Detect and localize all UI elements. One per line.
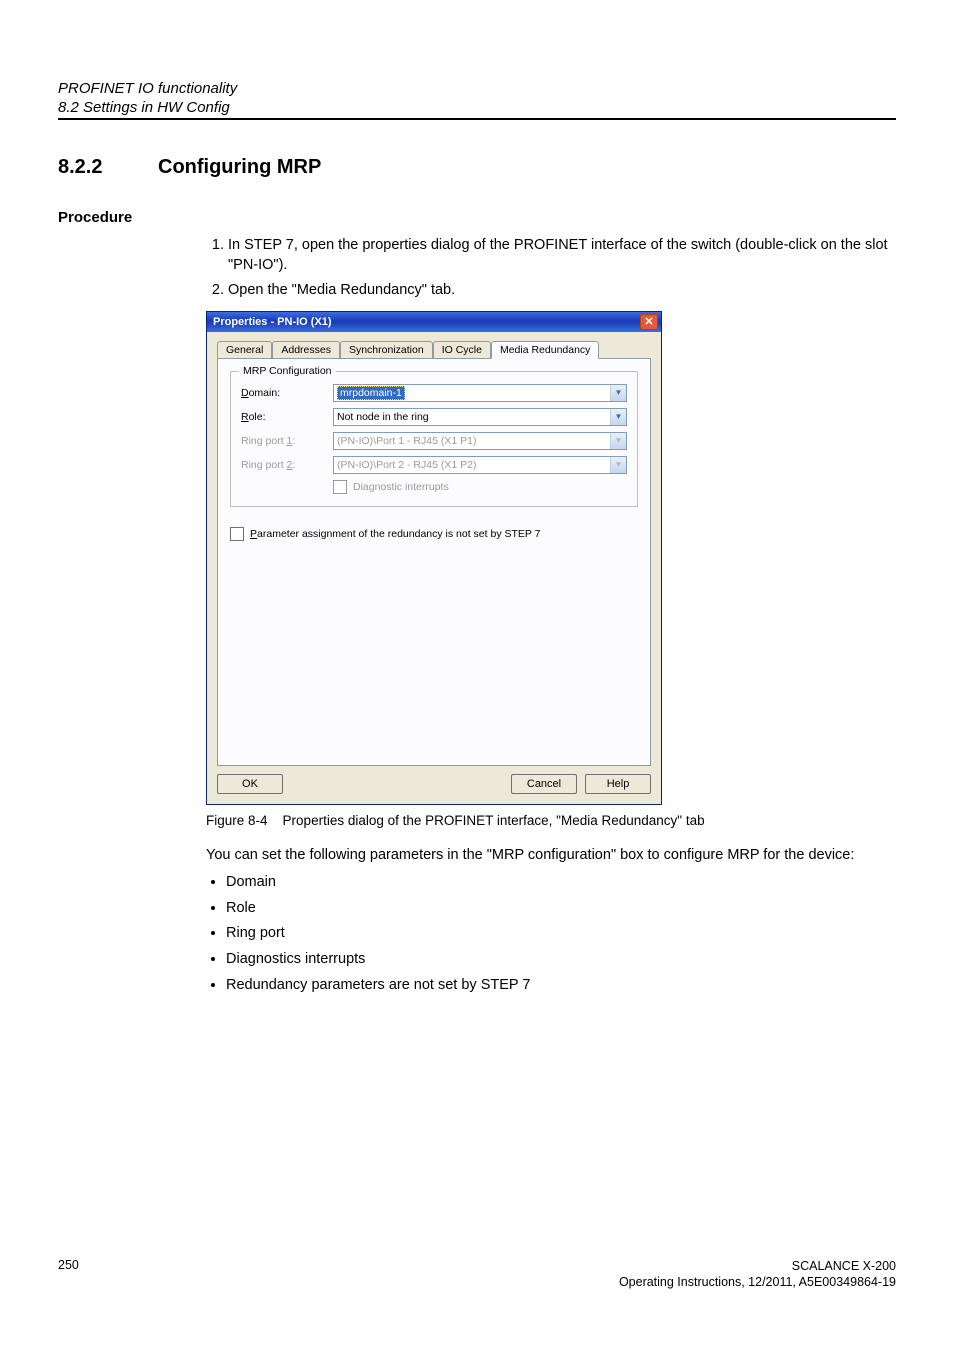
tab-general[interactable]: General (217, 341, 272, 359)
figure-caption: Figure 8-4 Properties dialog of the PROF… (206, 813, 896, 828)
role-label: Role: (241, 411, 333, 423)
chevron-down-icon: ▼ (610, 433, 626, 449)
groupbox-title: MRP Configuration (239, 365, 336, 377)
domain-value: mrpdomain-1 (337, 386, 405, 400)
tab-io-cycle[interactable]: IO Cycle (433, 341, 491, 359)
page-header: PROFINET IO functionality 8.2 Settings i… (58, 80, 896, 120)
procedure-step: Open the "Media Redundancy" tab. (228, 281, 896, 301)
header-subtitle: 8.2 Settings in HW Config (58, 99, 896, 116)
properties-dialog: Properties - PN-IO (X1) ✕ General Addres… (206, 311, 662, 805)
chevron-down-icon: ▼ (610, 409, 626, 425)
list-item: Redundancy parameters are not set by STE… (226, 976, 896, 996)
figure-text: Properties dialog of the PROFINET interf… (283, 813, 705, 828)
ring-port-2-value: (PN-IO)\Port 2 - RJ45 (X1 P2) (337, 459, 476, 471)
parameter-assignment-checkbox[interactable] (230, 527, 244, 541)
help-button[interactable]: Help (585, 774, 651, 794)
list-item: Domain (226, 873, 896, 893)
domain-dropdown[interactable]: mrpdomain-1 ▼ (333, 384, 627, 402)
section-title: Configuring MRP (158, 156, 321, 179)
section-number: 8.2.2 (58, 156, 158, 179)
footer-doc-info: Operating Instructions, 12/2011, A5E0034… (619, 1274, 896, 1290)
header-title: PROFINET IO functionality (58, 80, 896, 97)
list-item: Diagnostics interrupts (226, 950, 896, 970)
diagnostic-interrupts-row: Diagnostic interrupts (333, 480, 627, 494)
list-item: Role (226, 899, 896, 919)
procedure-steps: In STEP 7, open the properties dialog of… (206, 236, 896, 301)
chevron-down-icon: ▼ (610, 457, 626, 473)
diagnostic-interrupts-checkbox (333, 480, 347, 494)
close-icon[interactable]: ✕ (640, 314, 658, 330)
domain-label: Domain: (241, 387, 333, 399)
after-figure-para: You can set the following parameters in … (206, 846, 896, 866)
page-footer: 250 SCALANCE X-200 Operating Instruction… (58, 1258, 896, 1291)
mrp-config-groupbox: MRP Configuration Domain: mrpdomain-1 ▼ … (230, 371, 638, 507)
dialog-tabs: General Addresses Synchronization IO Cyc… (207, 332, 661, 358)
tab-addresses[interactable]: Addresses (272, 341, 340, 359)
section-heading: 8.2.2 Configuring MRP (58, 156, 896, 179)
parameter-assignment-row: Parameter assignment of the redundancy i… (230, 527, 638, 541)
figure-label: Figure 8-4 (206, 813, 268, 828)
ring-port-2-dropdown: (PN-IO)\Port 2 - RJ45 (X1 P2) ▼ (333, 456, 627, 474)
role-dropdown[interactable]: Not node in the ring ▼ (333, 408, 627, 426)
role-value: Not node in the ring (337, 411, 429, 423)
list-item: Ring port (226, 924, 896, 944)
ring-port-1-dropdown: (PN-IO)\Port 1 - RJ45 (X1 P1) ▼ (333, 432, 627, 450)
dialog-title: Properties - PN-IO (X1) (213, 316, 332, 328)
tab-synchronization[interactable]: Synchronization (340, 341, 433, 359)
procedure-step: In STEP 7, open the properties dialog of… (228, 236, 896, 275)
ring-port-2-label: Ring port 2: (241, 459, 333, 471)
ok-button[interactable]: OK (217, 774, 283, 794)
footer-page-number: 250 (58, 1258, 79, 1291)
procedure-heading: Procedure (58, 209, 896, 226)
dialog-button-row: OK Cancel Help (207, 766, 661, 804)
ring-port-1-value: (PN-IO)\Port 1 - RJ45 (X1 P1) (337, 435, 476, 447)
dialog-titlebar: Properties - PN-IO (X1) ✕ (207, 312, 661, 332)
ring-port-1-label: Ring port 1: (241, 435, 333, 447)
bullet-list-wrap: Domain Role Ring port Diagnostics interr… (206, 873, 896, 995)
tab-pane: MRP Configuration Domain: mrpdomain-1 ▼ … (217, 358, 651, 766)
chevron-down-icon: ▼ (610, 385, 626, 401)
tab-media-redundancy[interactable]: Media Redundancy (491, 341, 599, 359)
dialog-screenshot: Properties - PN-IO (X1) ✕ General Addres… (206, 311, 896, 805)
cancel-button[interactable]: Cancel (511, 774, 577, 794)
diagnostic-interrupts-label: Diagnostic interrupts (353, 481, 449, 493)
parameter-assignment-label: Parameter assignment of the redundancy i… (250, 528, 540, 540)
footer-doc-title: SCALANCE X-200 (619, 1258, 896, 1274)
